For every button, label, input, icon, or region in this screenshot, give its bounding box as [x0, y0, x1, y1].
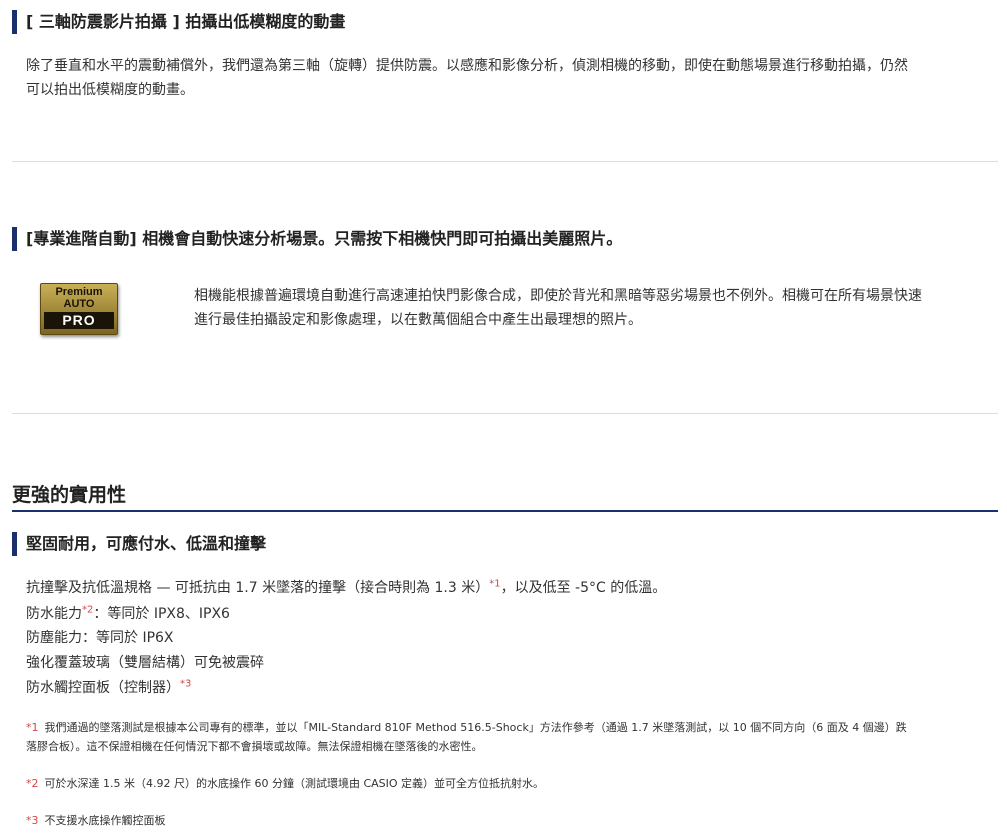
footnote-ref-2[interactable]: *2	[82, 604, 93, 615]
footnote-mark: *1	[26, 721, 39, 734]
footnote-text: 我們通過的墜落測試是根據本公司專有的標準，並以「MIL-Standard 810…	[44, 721, 907, 734]
divider	[12, 161, 998, 162]
footnote-2: *2 可於水深達 1.5 米（4.92 尺）的水底操作 60 分鐘（測試環境由 C…	[26, 774, 986, 793]
footnote-text: 不支援水底操作觸控面板	[44, 814, 166, 827]
divider	[12, 413, 998, 414]
footnote-ref-3[interactable]: *3	[180, 678, 191, 689]
footnote-text: 落膠合板）。這不保證相機在任何情況下都不會損壞或故障。無法保證相機在墜落後的水密…	[26, 740, 483, 753]
logo-text: PRO	[44, 312, 114, 329]
spec-touch-panel: 防水觸控面板（控制器）*3	[26, 678, 191, 698]
spec-shock-cold: 抗撞擊及抗低溫規格 — 可抵抗由 1.7 米墜落的撞擊（接合時則為 1.3 米）…	[26, 578, 666, 598]
spec-text: ，以及低至 -5°C 的低溫。	[500, 580, 667, 596]
section-heading-stabilization: [ 三軸防震影片拍攝 ] 拍攝出低模糊度的動畫	[12, 10, 345, 34]
spec-dustproof: 防塵能力：等同於 IP6X	[26, 630, 174, 646]
spec-text: 抗撞擊及抗低溫規格 — 可抵抗由 1.7 米墜落的撞擊（接合時則為 1.3 米）	[26, 580, 490, 596]
footnote-1: *1 我們通過的墜落測試是根據本公司專有的標準，並以「MIL-Standard 8…	[26, 718, 986, 756]
spec-waterproof: 防水能力*2：等同於 IPX8、IPX6	[26, 604, 230, 624]
spec-glass: 強化覆蓋玻璃（雙層結構）可免被震碎	[26, 655, 264, 671]
spec-text: 防水能力	[26, 606, 82, 622]
footnote-ref-1[interactable]: *1	[489, 578, 500, 589]
major-heading-practicality: 更強的實用性	[12, 482, 998, 512]
body-line: 可以拍出低模糊度的動畫。	[26, 82, 194, 98]
section-body-premium-auto: 相機能根據普遍環境自動進行高速連拍快門影像合成，即使於背光和黑暗等惡劣場景也不例…	[194, 284, 994, 332]
footnote-3: *3 不支援水底操作觸控面板	[26, 811, 986, 830]
footnote-mark: *3	[26, 814, 39, 827]
logo-text: AUTO	[63, 298, 95, 310]
section-heading-premium-auto: [專業進階自動] 相機會自動快速分析場景。只需按下相機快門即可拍攝出美麗照片。	[12, 227, 622, 251]
body-line: 除了垂直和水平的震動補償外，我們還為第三軸（旋轉）提供防震。以感應和影像分析，偵…	[26, 58, 908, 74]
body-line: 相機能根據普遍環境自動進行高速連拍快門影像合成，即使於背光和黑暗等惡劣場景也不例…	[194, 288, 922, 304]
premium-auto-pro-logo: Premium AUTO PRO	[40, 283, 118, 335]
spec-text: 防水觸控面板（控制器）	[26, 680, 180, 696]
footnote-mark: *2	[26, 777, 39, 790]
body-line: 進行最佳拍攝設定和影像處理，以在數萬個組合中產生出最理想的照片。	[194, 312, 642, 328]
spec-text: ：等同於 IPX8、IPX6	[93, 606, 230, 622]
footnote-text: 可於水深達 1.5 米（4.92 尺）的水底操作 60 分鐘（測試環境由 CAS…	[44, 777, 545, 790]
section-heading-toughness: 堅固耐用，可應付水、低溫和撞擊	[12, 532, 266, 556]
section-body-stabilization: 除了垂直和水平的震動補償外，我們還為第三軸（旋轉）提供防震。以感應和影像分析，偵…	[26, 54, 986, 102]
